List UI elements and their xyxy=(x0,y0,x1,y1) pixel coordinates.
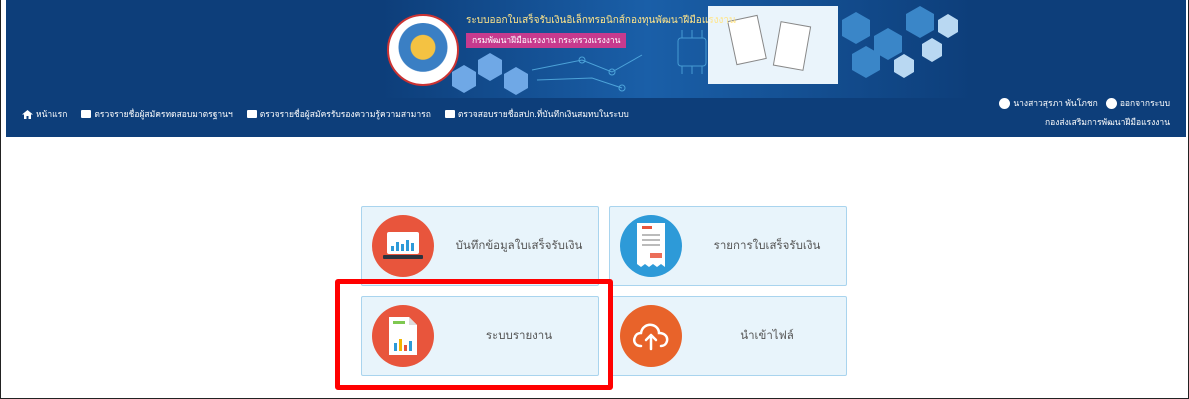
tile-import-file[interactable]: นำเข้าไฟล์ xyxy=(609,296,847,376)
header-banner: ระบบออกใบเสร็จรับเงินอิเล็กทรอนิกส์กองทุ… xyxy=(6,0,1186,137)
tile-label: บันทึกข้อมูลใบเสร็จรับเงิน xyxy=(455,240,583,252)
nav-item-label: ตรวจรายชื่อผู้สมัครทดสอบมาตรฐานฯ xyxy=(94,109,233,119)
logout-label: ออกจากระบบ xyxy=(1119,98,1170,108)
nav-item-label: หน้าแรก xyxy=(36,109,68,119)
nav-item-label: ตรวจรายชื่อผู้สมัครรับรองความรู้ความสามา… xyxy=(259,109,431,119)
user-name: นางสาวสุรภา พันโภชก xyxy=(1013,98,1098,108)
nav-item-standard-test-applicants[interactable]: ตรวจรายชื่อผู้สมัครทดสอบมาตรฐานฯ xyxy=(81,107,233,121)
main-nav: หน้าแรก ตรวจรายชื่อผู้สมัครทดสอบมาตรฐานฯ… xyxy=(22,107,629,121)
logout-icon xyxy=(1105,97,1117,109)
tile-record-receipt[interactable]: บันทึกข้อมูลใบเสร็จรับเงิน xyxy=(361,206,599,286)
user-panel: นางสาวสุรภา พันโภชก ออกจากระบบ กองส่งเสร… xyxy=(999,96,1170,129)
laptop-chart-icon xyxy=(372,215,434,277)
tile-label: ระบบรายงาน xyxy=(485,330,553,342)
nav-item-home[interactable]: หน้าแรก xyxy=(22,107,67,121)
list-icon xyxy=(246,110,257,118)
nav-item-competency-applicants[interactable]: ตรวจรายชื่อผู้สมัครรับรองความรู้ความสามา… xyxy=(246,107,431,121)
nav-item-contribution-check[interactable]: ตรวจสอบรายชื่อสปก.ที่บันทึกเงินสมทบในระบ… xyxy=(444,107,629,121)
tile-receipt-list[interactable]: รายการใบเสร็จรับเงิน xyxy=(609,206,847,286)
banner-title: ระบบออกใบเสร็จรับเงินอิเล็กทรอนิกส์กองทุ… xyxy=(466,15,736,26)
tile-report-system[interactable]: ระบบรายงาน xyxy=(361,296,599,376)
list-icon xyxy=(81,110,92,118)
banner-subtitle: กรมพัฒนาฝีมือแรงงาน กระทรวงแรงงาน xyxy=(466,33,627,48)
seal-emblem xyxy=(396,23,450,77)
home-icon xyxy=(22,109,33,119)
department-name: กองส่งเสริมการพัฒนาฝีมือแรงงาน xyxy=(1045,117,1170,127)
tile-label: รายการใบเสร็จรับเงิน xyxy=(713,240,821,252)
ministry-seal-logo xyxy=(387,14,459,86)
logout-button[interactable]: ออกจากระบบ xyxy=(1105,96,1170,110)
report-icon xyxy=(372,305,434,367)
cloud-upload-icon xyxy=(620,305,682,367)
user-icon xyxy=(999,97,1011,109)
nav-item-label: ตรวจสอบรายชื่อสปก.ที่บันทึกเงินสมทบในระบ… xyxy=(457,109,629,119)
receipt-icon xyxy=(620,215,682,277)
user-account[interactable]: นางสาวสุรภา พันโภชก xyxy=(999,96,1098,110)
list-icon xyxy=(444,110,455,118)
tile-label: นำเข้าไฟล์ xyxy=(740,330,794,342)
